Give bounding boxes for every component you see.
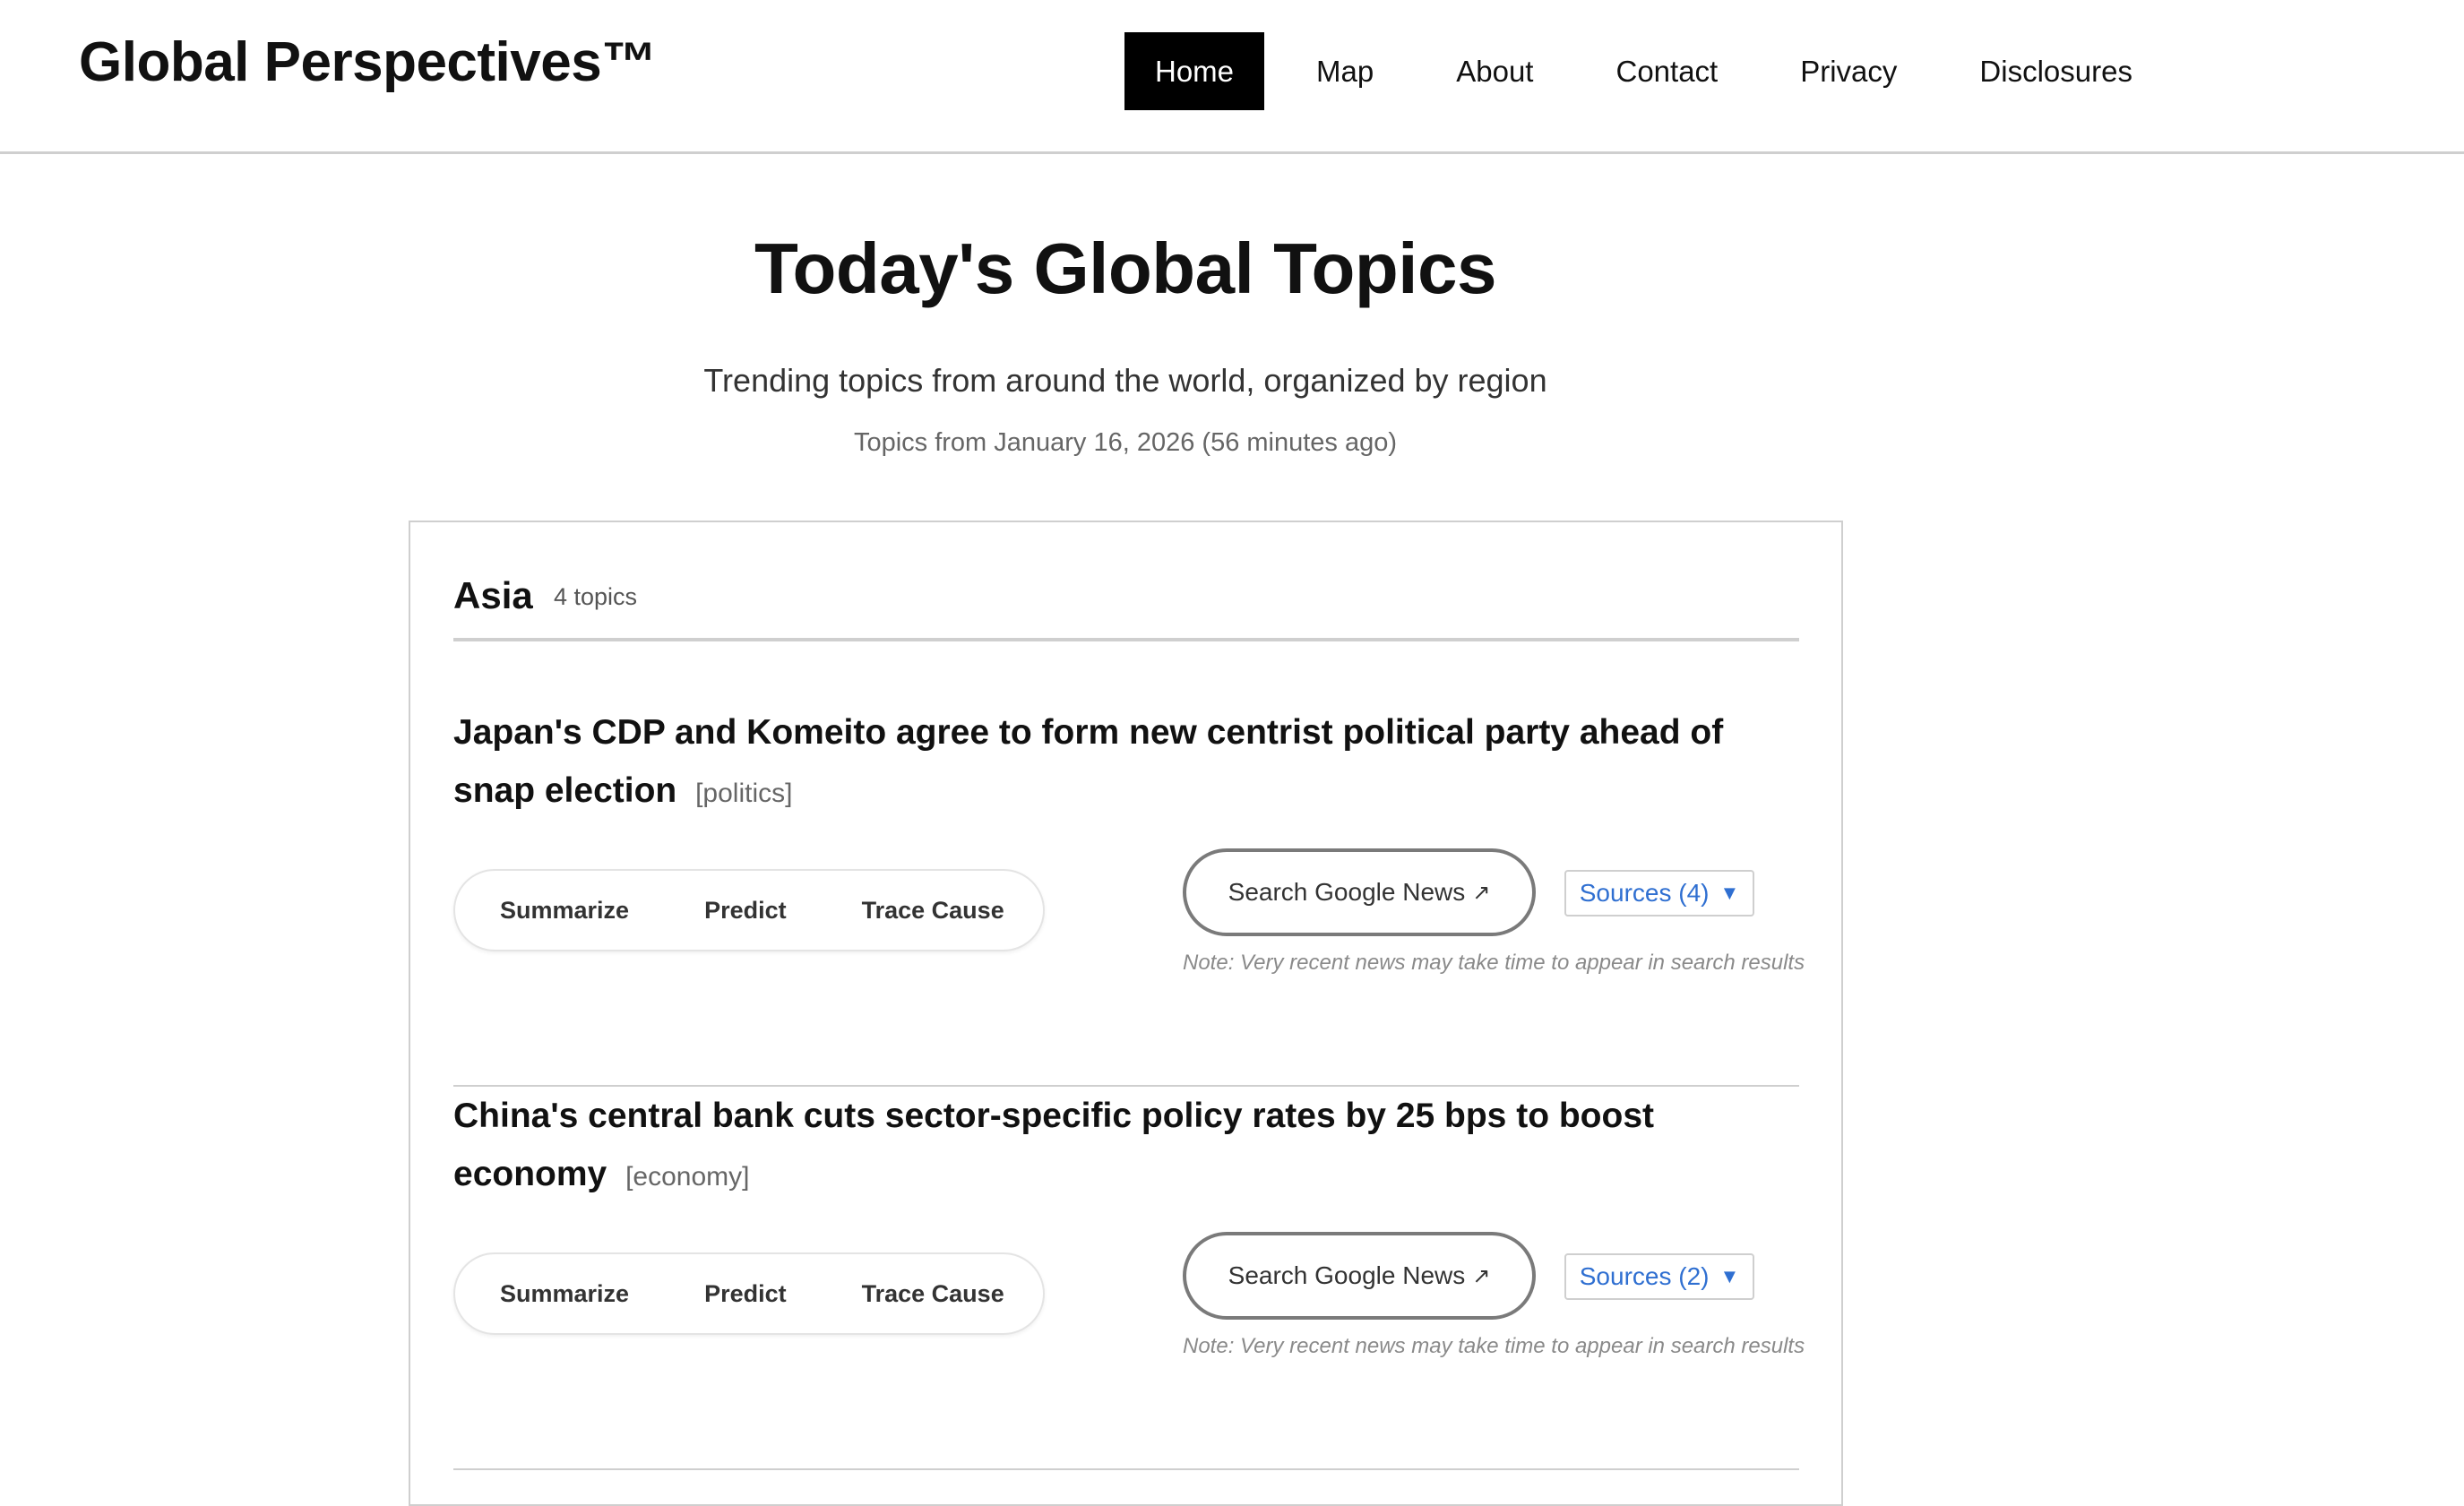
summarize-button[interactable]: Summarize (500, 1280, 629, 1308)
nav-disclosures[interactable]: Disclosures (1949, 32, 2163, 110)
external-link-icon: ↗ (1472, 1263, 1491, 1288)
caret-down-icon: ▼ (1719, 1265, 1740, 1287)
search-google-news-button[interactable]: Search Google News ↗ (1183, 848, 1536, 936)
search-google-news-button[interactable]: Search Google News ↗ (1183, 1232, 1536, 1320)
search-google-news-label: Search Google News (1228, 1261, 1466, 1289)
region-card-asia: Asia 4 topics Japan's CDP and Komeito ag… (409, 521, 1843, 1506)
nav-about[interactable]: About (1426, 32, 1564, 110)
search-google-news-label: Search Google News (1228, 878, 1466, 906)
topic-item: Japan's CDP and Komeito agree to form ne… (453, 703, 1805, 1087)
trace-cause-button[interactable]: Trace Cause (862, 897, 1004, 925)
nav-map[interactable]: Map (1286, 32, 1404, 110)
predict-button[interactable]: Predict (704, 897, 787, 925)
summarize-button[interactable]: Summarize (500, 897, 629, 925)
topic-tag: [politics] (695, 779, 793, 808)
external-link-icon: ↗ (1472, 880, 1491, 905)
topic-item: China's central bank cuts sector-specifi… (453, 1087, 1805, 1470)
sources-label: Sources (2) (1579, 1262, 1710, 1290)
topic-title[interactable]: Japan's CDP and Komeito agree to form ne… (453, 703, 1799, 822)
search-note: Note: Very recent news may take time to … (1183, 951, 1805, 975)
topic-title[interactable]: China's central bank cuts sector-specifi… (453, 1087, 1799, 1206)
nav-contact[interactable]: Contact (1585, 32, 1748, 110)
nav-privacy[interactable]: Privacy (1770, 32, 1927, 110)
trace-cause-button[interactable]: Trace Cause (862, 1280, 1004, 1308)
topic-actions: Summarize Predict Trace Cause (453, 1252, 1045, 1335)
sources-dropdown[interactable]: Sources (2) ▼ (1564, 1253, 1754, 1300)
nav-home[interactable]: Home (1124, 32, 1265, 110)
region-name: Asia (453, 574, 533, 616)
region-topic-count: 4 topics (554, 583, 638, 610)
brand-logo[interactable]: Global Perspectives™ (79, 30, 657, 94)
search-note: Note: Very recent news may take time to … (1183, 1334, 1805, 1358)
site-header: Global Perspectives™ Home Map About Cont… (0, 0, 2464, 154)
main-nav: Home Map About Contact Privacy Disclosur… (1124, 32, 2184, 110)
page-subtitle: Trending topics from around the world, o… (703, 362, 1547, 399)
topics-timestamp: Topics from January 16, 2026 (56 minutes… (853, 428, 1398, 457)
page-title: Today's Global Topics (754, 228, 1496, 308)
predict-button[interactable]: Predict (704, 1280, 787, 1308)
region-header: Asia 4 topics (453, 522, 1799, 641)
sources-label: Sources (4) (1579, 879, 1710, 907)
topic-tag: [economy] (625, 1162, 750, 1192)
topic-actions: Summarize Predict Trace Cause (453, 869, 1045, 951)
caret-down-icon: ▼ (1719, 882, 1740, 904)
sources-dropdown[interactable]: Sources (4) ▼ (1564, 870, 1754, 917)
topic-title-text: Japan's CDP and Komeito agree to form ne… (453, 713, 1724, 810)
